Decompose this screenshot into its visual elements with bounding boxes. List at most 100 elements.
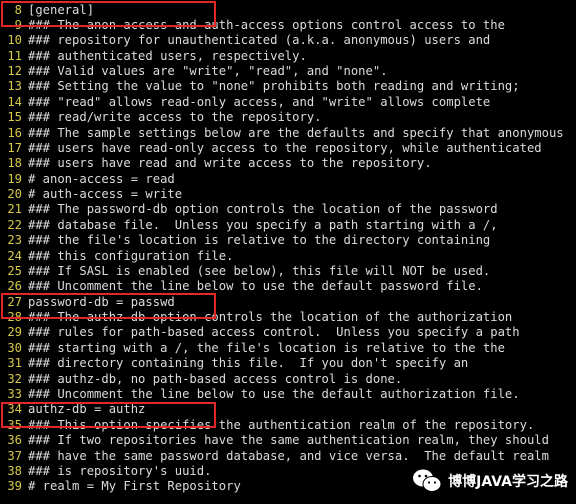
- config-line: 10 ### repository for unauthenticated (a.…: [0, 33, 490, 48]
- line-number: 23: [7, 233, 22, 248]
- line-number: 12: [7, 64, 22, 79]
- line-text: ### Uncomment the line below to use the …: [28, 279, 483, 294]
- config-line: 31 ### directory containing this file. If…: [0, 356, 468, 371]
- line-number: 20: [7, 187, 22, 202]
- line-text: ### If SASL is enabled (see below), this…: [28, 263, 491, 278]
- line-number: 17: [7, 140, 22, 155]
- wechat-icon: [412, 468, 442, 494]
- line-text: # realm = My First Repository: [28, 479, 241, 494]
- line-text: ### directory containing this file. If y…: [28, 356, 469, 371]
- config-line: 29 ### rules for path-based access contro…: [0, 325, 520, 340]
- line-text: ### have the same password database, and…: [28, 448, 549, 463]
- line-text: ### database file. Unless you specify a …: [28, 217, 498, 232]
- line-text: ### "read" allows read-only access, and …: [28, 94, 491, 109]
- line-number: 28: [7, 310, 22, 325]
- terminal-window[interactable]: 8 [general] 9 ### The anon-access and auth-…: [0, 0, 576, 504]
- line-number: 16: [7, 125, 22, 140]
- line-text: ### read/write access to the repository.: [28, 110, 322, 125]
- line-text: ### authz-db, no path-based access contr…: [28, 371, 403, 386]
- config-line: 18 ### users have read and write access t…: [0, 156, 432, 171]
- line-text: ### If two repositories have the same au…: [28, 433, 549, 448]
- line-text: ### users have read and write access to …: [28, 156, 432, 171]
- config-line: 22 ### database file. Unless you specify …: [0, 217, 498, 233]
- line-text: ### starting with a /, the file's locati…: [28, 340, 505, 355]
- line-text: # anon-access = read: [28, 171, 175, 186]
- line-number: 19: [7, 171, 22, 186]
- line-number: 37: [7, 448, 22, 463]
- line-text: # auth-access = write: [28, 187, 183, 202]
- line-number: 18: [7, 156, 22, 171]
- line-text: ### The anon-access and auth-access opti…: [28, 17, 505, 32]
- line-text: password-db = passwd: [28, 294, 175, 309]
- line-text: ### Valid values are "write", "read", an…: [28, 64, 388, 79]
- line-text: ### The password-db option controls the …: [28, 202, 498, 217]
- config-line: 13 ### Setting the value to "none" prohib…: [0, 79, 520, 94]
- line-text: authz-db = authz: [28, 402, 146, 417]
- config-line: 23 ### the file's location is relative to…: [0, 233, 490, 248]
- config-line: 14 ### "read" allows read-only access, an…: [0, 95, 490, 110]
- line-text: ### rules for path-based access control.…: [28, 325, 520, 340]
- line-number: 31: [7, 356, 22, 371]
- config-line: 38 ### is repository's uuid.: [0, 464, 211, 479]
- config-line: 20 # auth-access = write: [0, 187, 182, 202]
- line-text: ### is repository's uuid.: [28, 463, 212, 478]
- config-line: 32 ### authz-db, no path-based access con…: [0, 372, 402, 387]
- line-text: ### Uncomment the line below to use the …: [28, 387, 520, 401]
- line-text: ### this configuration file.: [28, 248, 234, 263]
- config-line: 39 # realm = My First Repository: [0, 479, 241, 494]
- line-number: 8: [14, 2, 22, 17]
- line-number: 39: [7, 479, 22, 494]
- line-number: 13: [7, 79, 22, 94]
- line-number: 38: [7, 463, 22, 478]
- config-line: 12 ### Valid values are "write", "read", …: [0, 64, 388, 79]
- line-text: ### repository for unauthenticated (a.k.…: [28, 33, 491, 48]
- line-text: ### This option specifies the authentica…: [28, 417, 535, 432]
- config-line: 17 ### users have read-only access to the…: [0, 140, 542, 156]
- watermark: 博博JAVA学习之路: [412, 468, 568, 494]
- line-number: 24: [7, 248, 22, 263]
- line-text: ### Setting the value to "none" prohibit…: [28, 79, 520, 94]
- config-line: 19 # anon-access = read: [0, 171, 175, 187]
- config-line: 37 ### have the same password database, a…: [0, 449, 549, 464]
- config-line: 25 ### If SASL is enabled (see below), th…: [0, 264, 490, 279]
- line-text: ### users have read-only access to the r…: [28, 140, 542, 155]
- config-line: 35 ### This option specifies the authenti…: [0, 418, 534, 433]
- line-number: 11: [7, 48, 22, 63]
- line-number: 26: [7, 279, 22, 294]
- config-line: 33 ### Uncomment the line below to use th…: [0, 387, 520, 402]
- line-number: 9: [14, 17, 22, 32]
- config-line: 34 authz-db = authz: [0, 402, 145, 417]
- line-text: ### The authz-db option controls the loc…: [28, 310, 513, 325]
- line-number: 25: [7, 263, 22, 278]
- config-line: 8 [general]: [0, 3, 94, 18]
- line-number: 30: [7, 340, 22, 355]
- line-text: ### the file's location is relative to t…: [28, 233, 491, 248]
- config-line: 27 password-db = passwd: [0, 294, 175, 310]
- line-text: ### The sample settings below are the de…: [28, 125, 564, 140]
- line-number: 14: [7, 94, 22, 109]
- config-line: 11 ### authenticated users, respectively.: [0, 49, 307, 64]
- line-text: ### authenticated users, respectively.: [28, 48, 307, 63]
- line-number: 36: [7, 433, 22, 448]
- config-line: 28 ### The authz-db option controls the l…: [0, 310, 512, 325]
- line-number: 15: [7, 110, 22, 125]
- config-line: 36 ### If two repositories have the same …: [0, 433, 549, 448]
- line-number: 34: [7, 402, 22, 417]
- watermark-text: 博博JAVA学习之路: [448, 474, 568, 490]
- config-line: 24 ### this configuration file.: [0, 249, 233, 264]
- config-line: 16 ### The sample settings below are the …: [0, 125, 564, 141]
- config-line: 30 ### starting with a /, the file's loca…: [0, 341, 505, 356]
- line-text: [general]: [28, 2, 95, 17]
- line-number: 29: [7, 325, 22, 340]
- line-number: 22: [7, 217, 22, 232]
- line-number: 32: [7, 371, 22, 386]
- config-line: 9 ### The anon-access and auth-access opt…: [0, 18, 505, 33]
- config-line: 15 ### read/write access to the repositor…: [0, 110, 322, 125]
- config-line: 21 ### The password-db option controls th…: [0, 202, 498, 217]
- line-number: 10: [7, 33, 22, 48]
- config-line: 26 ### Uncomment the line below to use th…: [0, 279, 483, 294]
- line-number: 27: [7, 294, 22, 309]
- line-number: 35: [7, 417, 22, 432]
- line-number: 21: [7, 202, 22, 217]
- line-number: 33: [7, 387, 22, 401]
